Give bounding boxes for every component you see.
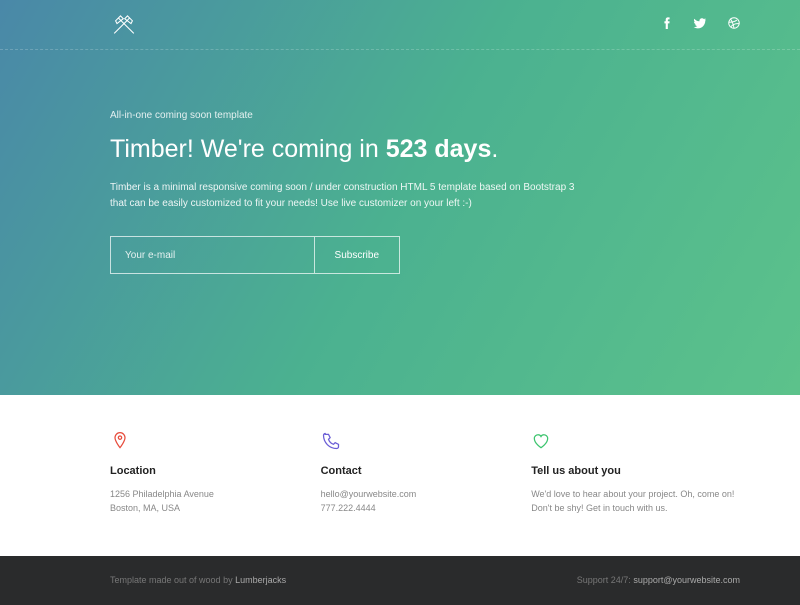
info-contact: Contact hello@yourwebsite.com 777.222.44… bbox=[321, 431, 482, 516]
contact-text: hello@yourwebsite.com 777.222.4444 bbox=[321, 487, 482, 516]
location-line2: Boston, MA, USA bbox=[110, 501, 271, 515]
hero-content: All-in-one coming soon template Timber! … bbox=[0, 50, 800, 274]
footer-support-email[interactable]: support@yourwebsite.com bbox=[633, 575, 740, 585]
headline: Timber! We're coming in 523 days. bbox=[110, 135, 690, 164]
info-about: Tell us about you We'd love to hear abou… bbox=[531, 431, 740, 516]
footer-left-prefix: Template made out of wood by bbox=[110, 575, 235, 585]
info-section: Location 1256 Philadelphia Avenue Boston… bbox=[0, 395, 800, 556]
dribbble-icon[interactable] bbox=[728, 17, 740, 32]
footer-right-prefix: Support 24/7: bbox=[577, 575, 634, 585]
heart-icon bbox=[531, 431, 740, 455]
location-text: 1256 Philadelphia Avenue Boston, MA, USA bbox=[110, 487, 271, 516]
phone-icon bbox=[321, 431, 482, 455]
facebook-icon[interactable] bbox=[663, 17, 671, 32]
headline-brand: Timber! bbox=[110, 135, 194, 163]
location-title: Location bbox=[110, 465, 271, 477]
contact-title: Contact bbox=[321, 465, 482, 477]
contact-email: hello@yourwebsite.com bbox=[321, 487, 482, 501]
footer-credits: Template made out of wood by Lumberjacks bbox=[110, 575, 286, 585]
headline-end: . bbox=[491, 135, 498, 163]
social-links bbox=[663, 17, 740, 32]
twitter-icon[interactable] bbox=[693, 18, 706, 32]
headline-mid: We're coming in bbox=[194, 135, 386, 163]
footer-support: Support 24/7: support@yourwebsite.com bbox=[577, 575, 740, 585]
subscribe-form: Subscribe bbox=[110, 236, 400, 274]
info-location: Location 1256 Philadelphia Avenue Boston… bbox=[110, 431, 271, 516]
footer-left-author[interactable]: Lumberjacks bbox=[235, 575, 286, 585]
email-input[interactable] bbox=[111, 237, 314, 273]
topbar bbox=[0, 0, 800, 50]
logo[interactable] bbox=[110, 13, 138, 37]
axes-icon bbox=[110, 13, 138, 37]
contact-phone: 777.222.4444 bbox=[321, 501, 482, 515]
about-title: Tell us about you bbox=[531, 465, 740, 477]
description: Timber is a minimal responsive coming so… bbox=[110, 180, 580, 212]
about-text: We'd love to hear about your project. Oh… bbox=[531, 487, 740, 516]
hero-section: All-in-one coming soon template Timber! … bbox=[0, 0, 800, 395]
tagline: All-in-one coming soon template bbox=[110, 110, 690, 121]
headline-days: 523 days bbox=[386, 135, 492, 163]
subscribe-button[interactable]: Subscribe bbox=[314, 237, 399, 273]
location-line1: 1256 Philadelphia Avenue bbox=[110, 487, 271, 501]
footer: Template made out of wood by Lumberjacks… bbox=[0, 556, 800, 605]
location-pin-icon bbox=[110, 431, 271, 455]
